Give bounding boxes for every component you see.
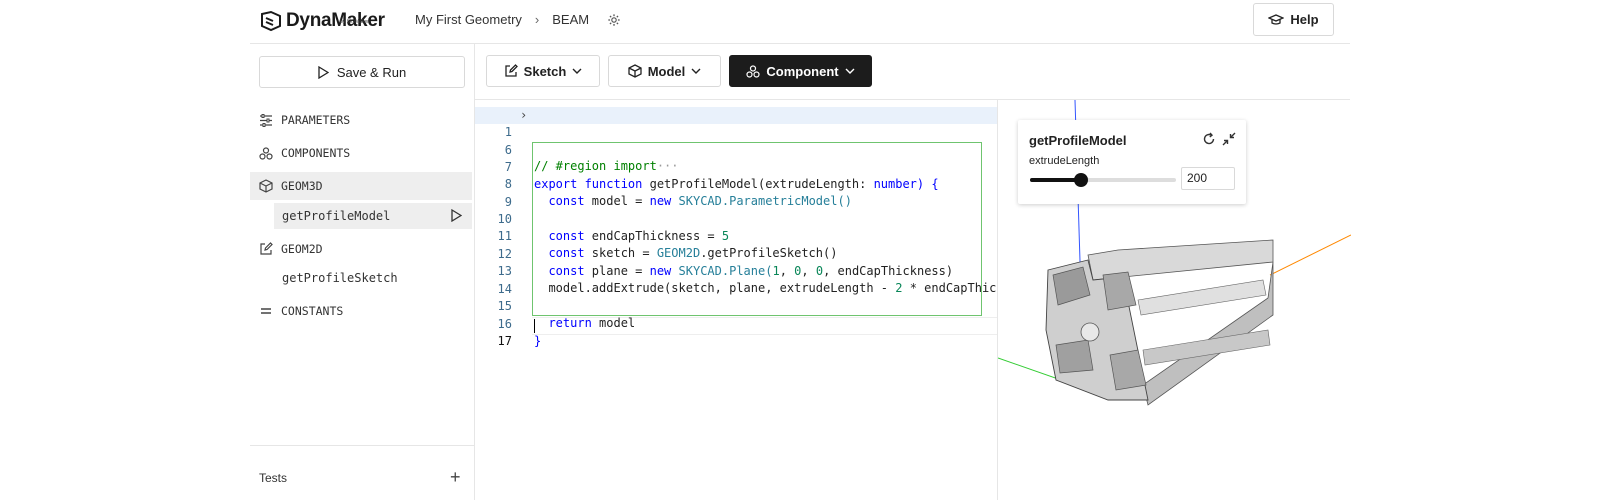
text-caret [534, 319, 535, 333]
code-line: 6 [475, 125, 997, 157]
panel-icons [1202, 132, 1236, 146]
code-token: } [534, 334, 542, 348]
add-test-icon[interactable]: + [450, 467, 461, 488]
breadcrumb-separator-icon: › [534, 12, 540, 27]
sidebar-item-label: PARAMETERS [281, 113, 351, 127]
sidebar-item-label: GEOM3D [281, 179, 323, 193]
chevron-down-icon [845, 68, 855, 74]
equals-icon [261, 308, 271, 314]
code-line: 13 model.addExtrude(sketch, plane, extru… [475, 246, 997, 295]
sliders-icon [260, 113, 272, 127]
code-line: 11 const sketch = GEOM2D.getProfileSketc… [475, 211, 997, 260]
play-icon [318, 65, 329, 79]
y-axis-line [1269, 234, 1351, 276]
help-label: Help [1290, 12, 1319, 27]
edit-icon [505, 64, 518, 77]
sidebar-subitem-getprofilesketch[interactable]: getProfileSketch [274, 265, 472, 291]
code-line: 9 [475, 177, 997, 209]
model-label: Model [647, 63, 686, 79]
code-line: 14 [475, 264, 997, 296]
logo-subtext: by SkyMaker [340, 19, 369, 25]
sidebar-item-label: COMPONENTS [281, 146, 351, 160]
beam-model[interactable] [1045, 239, 1274, 406]
graduation-cap-icon [1268, 13, 1285, 25]
code-editor[interactable]: 1 › // #region import··· 6 7 export func… [475, 100, 997, 500]
sidebar-subitem-label: getProfileSketch [282, 271, 398, 285]
sidebar: Save & Run PARAMETERS COMPONENTS GEOM3D … [250, 44, 475, 500]
extrude-length-input[interactable]: 200 [1181, 167, 1235, 190]
breadcrumb: My First Geometry › BEAM [415, 12, 621, 27]
parameter-panel: getProfileModel extrudeLength 200 [1018, 120, 1246, 204]
tests-section: Tests + [250, 445, 474, 502]
code-line: 15 return model [475, 281, 997, 330]
sketch-label: Sketch [523, 63, 567, 79]
logo-text: DynaMaker [286, 10, 385, 31]
code-line: 10 const endCapThickness = 5 [475, 194, 997, 243]
save-run-button[interactable]: Save & Run [259, 56, 465, 88]
line-number: 17 [497, 334, 512, 348]
parameter-label: extrudeLength [1029, 155, 1100, 167]
help-button[interactable]: Help [1253, 3, 1334, 36]
code-line: 12 const plane = new SKYCAD.Plane(1, 0, … [475, 229, 997, 278]
gear-icon[interactable] [607, 13, 621, 27]
sidebar-subitem-getprofilemodel[interactable]: getProfileModel [274, 203, 472, 229]
reset-icon[interactable] [1202, 132, 1216, 146]
panel-title: getProfileModel [1029, 133, 1127, 148]
edit-icon [260, 242, 273, 255]
sidebar-item-components[interactable]: COMPONENTS [250, 139, 472, 167]
app-window: DynaMaker by SkyMaker My First Geometry … [250, 0, 1351, 500]
chevron-down-icon [572, 68, 582, 74]
code-line: 17 [475, 316, 997, 348]
sidebar-item-geom3d[interactable]: GEOM3D [250, 172, 472, 200]
3d-viewer[interactable]: getProfileModel extrudeLength 200 [997, 100, 1351, 500]
sidebar-item-constants[interactable]: CONSTANTS [250, 297, 472, 325]
chevron-down-icon [691, 68, 701, 74]
collapse-icon[interactable] [1222, 132, 1236, 146]
save-run-label: Save & Run [336, 64, 407, 80]
slider-thumb[interactable] [1074, 173, 1089, 187]
extrude-length-slider[interactable] [1030, 173, 1176, 187]
cube-icon [628, 64, 642, 78]
breadcrumb-project[interactable]: My First Geometry [415, 12, 522, 27]
code-line: 8 const model = new SKYCAD.ParametricMod… [475, 159, 997, 208]
editor-toolbar: Sketch Model Component [475, 44, 1350, 100]
play-icon[interactable] [451, 209, 462, 222]
sidebar-item-parameters[interactable]: PARAMETERS [250, 106, 472, 134]
dynamaker-logo-icon [261, 10, 281, 32]
tests-label: Tests [259, 471, 288, 485]
cube-icon [259, 179, 273, 193]
fold-chevron-icon[interactable]: › [520, 107, 527, 124]
components-icon [746, 64, 760, 78]
code-line: 7 export function getProfileModel(extrud… [475, 142, 997, 191]
breadcrumb-component[interactable]: BEAM [552, 12, 589, 27]
header-bar: DynaMaker by SkyMaker My First Geometry … [250, 0, 1350, 44]
sidebar-item-geom2d[interactable]: GEOM2D [250, 235, 472, 263]
components-icon [259, 146, 273, 160]
code-line: 1 › // #region import··· [475, 107, 997, 173]
model-dropdown-button[interactable]: Model [608, 55, 721, 87]
sidebar-item-label: CONSTANTS [281, 304, 344, 318]
sidebar-subitem-label: getProfileModel [282, 209, 391, 223]
component-label: Component [766, 63, 839, 79]
sketch-dropdown-button[interactable]: Sketch [486, 55, 600, 87]
component-dropdown-button[interactable]: Component [729, 55, 872, 87]
code-line: 16 } [475, 299, 997, 348]
sidebar-item-label: GEOM2D [281, 242, 323, 256]
